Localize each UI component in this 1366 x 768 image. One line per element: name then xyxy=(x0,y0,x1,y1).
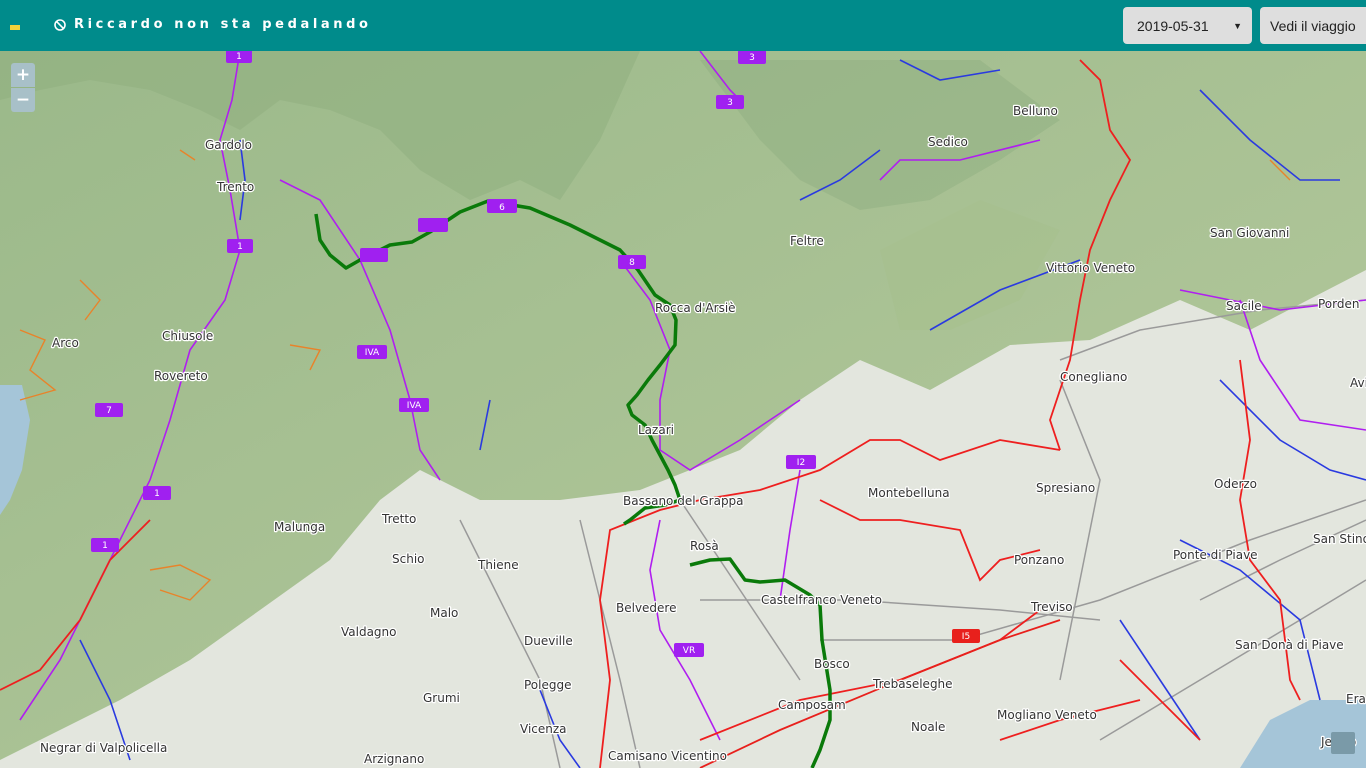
svg-text:1: 1 xyxy=(154,489,160,499)
label-bosco: Bosco xyxy=(814,657,850,671)
svg-text:8: 8 xyxy=(629,258,635,268)
caret-down-icon: ▼ xyxy=(1233,20,1242,31)
map-corner-control[interactable] xyxy=(1331,732,1355,754)
svg-text:VR: VR xyxy=(683,646,695,656)
svg-text:3: 3 xyxy=(749,53,755,63)
label-ponzano: Ponzano xyxy=(1014,553,1064,567)
label-treviso: Treviso xyxy=(1030,600,1073,614)
label-rosa: Rosà xyxy=(690,539,719,553)
svg-text:1: 1 xyxy=(102,541,108,551)
label-thiene: Thiene xyxy=(477,558,519,572)
label-schio: Schio xyxy=(392,552,425,566)
label-camposampiero: Camposam xyxy=(778,698,846,712)
label-pordenone: Porden xyxy=(1318,297,1359,311)
label-vicenza: Vicenza xyxy=(520,722,567,736)
svg-text:1: 1 xyxy=(237,242,243,252)
svg-text:3: 3 xyxy=(727,98,733,108)
label-chiusole: Chiusole xyxy=(162,329,213,343)
map[interactable]: 1 1 1 1 7 3 3 6 8 IVA IVA I2 VR I5 Gardo… xyxy=(0,51,1366,768)
label-era: Era xyxy=(1346,692,1366,706)
label-spresiano: Spresiano xyxy=(1036,481,1095,495)
label-bassano: Bassano del Grappa xyxy=(623,494,744,508)
label-oderzo: Oderzo xyxy=(1214,477,1257,491)
shield-route-a xyxy=(360,248,388,262)
label-san-giovanni: San Giovanni xyxy=(1210,226,1289,240)
shield-route-b xyxy=(418,218,448,232)
label-gardolo: Gardolo xyxy=(205,138,252,152)
label-avi: Avi xyxy=(1350,376,1366,390)
label-castelfranco: Castelfranco Veneto xyxy=(761,593,882,607)
date-select[interactable]: 2019-05-31 ▼ xyxy=(1123,7,1252,44)
label-noale: Noale xyxy=(911,720,945,734)
svg-text:7: 7 xyxy=(106,406,112,416)
top-bar: Riccardo non sta pedalando 2019-05-31 ▼ … xyxy=(0,0,1366,51)
zoom-out-button[interactable]: − xyxy=(11,88,35,112)
label-grumi: Grumi xyxy=(423,691,460,705)
svg-text:6: 6 xyxy=(499,203,505,213)
label-rovereto: Rovereto xyxy=(154,369,208,383)
label-lazari: Lazari xyxy=(638,423,674,437)
svg-text:IVA: IVA xyxy=(407,401,422,411)
ban-icon xyxy=(54,18,66,31)
label-polegge: Polegge xyxy=(524,678,571,692)
label-belluno: Belluno xyxy=(1013,104,1058,118)
label-trebaseleghe: Trebaseleghe xyxy=(872,677,953,691)
date-select-value: 2019-05-31 xyxy=(1137,17,1209,34)
label-conegliano: Conegliano xyxy=(1060,370,1127,384)
zoom-in-button[interactable]: + xyxy=(11,63,35,87)
label-belvedere: Belvedere xyxy=(616,601,677,615)
svg-text:I5: I5 xyxy=(962,632,970,642)
svg-text:1: 1 xyxy=(236,52,242,62)
label-malo: Malo xyxy=(430,606,458,620)
label-san-dona: San Donà di Piave xyxy=(1235,638,1344,652)
label-trento: Trento xyxy=(216,180,254,194)
label-dueville: Dueville xyxy=(524,634,573,648)
label-tretto: Tretto xyxy=(381,512,416,526)
svg-text:IVA: IVA xyxy=(365,348,380,358)
rider-status: Riccardo non sta pedalando xyxy=(54,17,372,32)
flag-icon xyxy=(10,25,20,30)
label-sedico: Sedico xyxy=(928,135,968,149)
label-rocca: Rocca d'Arsiè xyxy=(655,301,736,315)
label-arzignano: Arzignano xyxy=(364,752,424,766)
label-valdagno: Valdagno xyxy=(341,625,397,639)
label-negrar: Negrar di Valpolicella xyxy=(40,741,167,755)
rider-status-text: Riccardo non sta pedalando xyxy=(74,17,372,32)
map-canvas: 1 1 1 1 7 3 3 6 8 IVA IVA I2 VR I5 Gardo… xyxy=(0,51,1366,768)
label-vittorio: Vittorio Veneto xyxy=(1046,261,1135,275)
label-montebelluna: Montebelluna xyxy=(868,486,950,500)
svg-text:I2: I2 xyxy=(797,458,805,468)
label-malunga: Malunga xyxy=(274,520,325,534)
label-ponte-piave: Ponte di Piave xyxy=(1173,548,1258,562)
label-san-stino: San Stino xyxy=(1313,532,1366,546)
view-trip-button[interactable]: Vedi il viaggio xyxy=(1260,7,1366,44)
label-camisano: Camisano Vicentino xyxy=(608,749,727,763)
label-sacile: Sacile xyxy=(1226,299,1262,313)
label-arco: Arco xyxy=(52,336,79,350)
label-feltre: Feltre xyxy=(790,234,824,248)
label-mogliano: Mogliano Veneto xyxy=(997,708,1097,722)
